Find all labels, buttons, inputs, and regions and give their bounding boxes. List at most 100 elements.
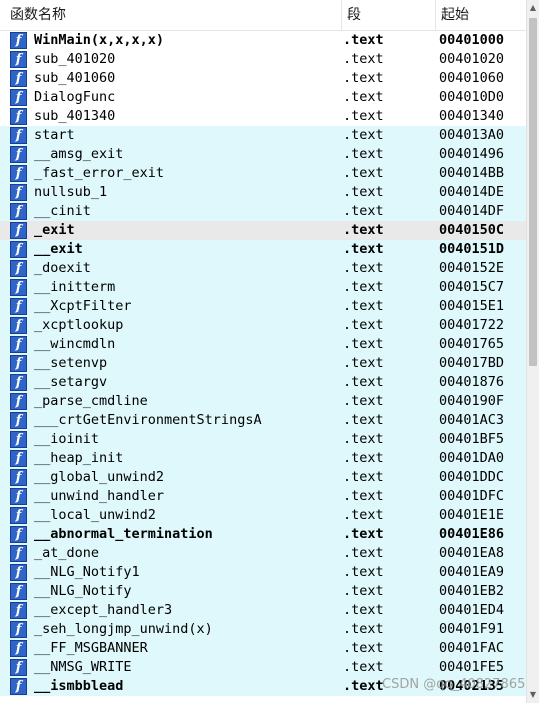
table-row[interactable]: f sub_401060 .text 00401060 [0, 69, 526, 88]
table-row[interactable]: f __abnormal_termination .text 00401E86 [0, 525, 526, 544]
scrollbar-thumb[interactable] [529, 18, 537, 366]
function-segment: .text [343, 583, 384, 599]
function-segment: .text [343, 336, 384, 352]
function-name: __NMSG_WRITE [34, 659, 132, 675]
function-icon: f [10, 336, 27, 353]
function-name: sub_401340 [34, 108, 116, 124]
function-segment: .text [343, 51, 384, 67]
function-name: DialogFunc [34, 89, 116, 105]
function-segment: .text [343, 146, 384, 162]
function-segment: .text [343, 545, 384, 561]
table-row[interactable]: f _exit .text 0040150C [0, 221, 526, 240]
scroll-down-arrow-icon[interactable]: ▼ [527, 687, 539, 703]
table-row[interactable]: f __local_unwind2 .text 00401E1E [0, 506, 526, 525]
function-icon: f [10, 89, 27, 106]
function-icon: f [10, 127, 27, 144]
function-segment: .text [343, 298, 384, 314]
table-row[interactable]: f DialogFunc .text 004010D0 [0, 88, 526, 107]
table-row[interactable]: f __XcptFilter .text 004015E1 [0, 297, 526, 316]
table-row[interactable]: f __heap_init .text 00401DA0 [0, 449, 526, 468]
table-row[interactable]: f start .text 004013A0 [0, 126, 526, 145]
table-row[interactable]: f __FF_MSGBANNER .text 00401FAC [0, 639, 526, 658]
table-row[interactable]: f __exit .text 0040151D [0, 240, 526, 259]
function-name: __FF_MSGBANNER [34, 640, 148, 656]
function-icon: f [10, 545, 27, 562]
table-row[interactable]: f WinMain(x,x,x,x) .text 00401000 [0, 31, 526, 50]
function-segment: .text [343, 526, 384, 542]
scroll-up-arrow-icon[interactable]: ▲ [527, 0, 539, 16]
table-row[interactable]: f _seh_longjmp_unwind(x) .text 00401F91 [0, 620, 526, 639]
function-segment: .text [343, 469, 384, 485]
function-icon: f [10, 564, 27, 581]
function-icon: f [10, 659, 27, 676]
function-icon: f [10, 241, 27, 258]
functions-window: 函数名称 段 起始 f WinMain(x,x,x,x) .text 00401000… [0, 0, 539, 703]
function-segment: .text [343, 279, 384, 295]
function-icon: f [10, 621, 27, 638]
function-name: _fast_error_exit [34, 165, 165, 181]
function-start-address: 004017BD [439, 355, 505, 371]
function-segment: .text [343, 488, 384, 504]
function-segment: .text [343, 602, 384, 618]
table-header: 函数名称 段 起始 [0, 0, 526, 31]
function-icon: f [10, 526, 27, 543]
function-start-address: 00401EA9 [439, 564, 505, 580]
table-row[interactable]: f _doexit .text 0040152E [0, 259, 526, 278]
table-row[interactable]: f __NLG_Notify .text 00401EB2 [0, 582, 526, 601]
function-icon: f [10, 70, 27, 87]
table-row[interactable]: f __cinit .text 004014DF [0, 202, 526, 221]
function-start-address: 00401765 [439, 336, 505, 352]
function-name: __except_handler3 [34, 602, 173, 618]
function-start-address: 00401EB2 [439, 583, 505, 599]
column-header-function-name[interactable]: 函数名称 [0, 0, 342, 30]
table-row[interactable]: f __amsg_exit .text 00401496 [0, 145, 526, 164]
table-row[interactable]: f __NLG_Notify1 .text 00401EA9 [0, 563, 526, 582]
function-icon: f [10, 374, 27, 391]
table-row[interactable]: f _at_done .text 00401EA8 [0, 544, 526, 563]
table-row[interactable]: f __setargv .text 00401876 [0, 373, 526, 392]
function-icon: f [10, 32, 27, 49]
function-name: __setargv [34, 374, 108, 390]
table-row[interactable]: f nullsub_1 .text 004014DE [0, 183, 526, 202]
function-icon: f [10, 640, 27, 657]
table-row[interactable]: f _xcptlookup .text 00401722 [0, 316, 526, 335]
function-icon: f [10, 298, 27, 315]
function-icon: f [10, 51, 27, 68]
function-name: __setenvp [34, 355, 108, 371]
column-header-segment[interactable]: 段 [342, 0, 436, 30]
function-start-address: 004015E1 [439, 298, 505, 314]
table-row[interactable]: f __ioinit .text 00401BF5 [0, 430, 526, 449]
function-start-address: 00401DFC [439, 488, 505, 504]
table-row[interactable]: f _parse_cmdline .text 0040190F [0, 392, 526, 411]
function-start-address: 00401F91 [439, 621, 505, 637]
function-start-address: 004014DE [439, 184, 505, 200]
table-row[interactable]: f __setenvp .text 004017BD [0, 354, 526, 373]
table-row[interactable]: f __initterm .text 004015C7 [0, 278, 526, 297]
function-start-address: 0040190F [439, 393, 505, 409]
function-name: __local_unwind2 [34, 507, 156, 523]
function-segment: .text [343, 374, 384, 390]
table-row[interactable]: f __global_unwind2 .text 00401DDC [0, 468, 526, 487]
table-row[interactable]: f sub_401020 .text 00401020 [0, 50, 526, 69]
function-icon: f [10, 469, 27, 486]
column-header-start[interactable]: 起始 [436, 0, 526, 30]
function-start-address: 00401E1E [439, 507, 505, 523]
function-segment: .text [343, 70, 384, 86]
table-row[interactable]: f sub_401340 .text 00401340 [0, 107, 526, 126]
function-start-address: 00401BF5 [439, 431, 505, 447]
function-segment: .text [343, 412, 384, 428]
table-row[interactable]: f ___crtGetEnvironmentStringsA .text 00401A… [0, 411, 526, 430]
vertical-scrollbar[interactable]: ▲ ▼ [526, 0, 539, 703]
table-row[interactable]: f __NMSG_WRITE .text 00401FE5 [0, 658, 526, 677]
table-row[interactable]: f __except_handler3 .text 00401ED4 [0, 601, 526, 620]
function-segment: .text [343, 317, 384, 333]
function-name: sub_401060 [34, 70, 116, 86]
function-segment: .text [343, 393, 384, 409]
function-start-address: 00401000 [439, 32, 505, 48]
function-name: __amsg_exit [34, 146, 124, 162]
table-row[interactable]: f __wincmdln .text 00401765 [0, 335, 526, 354]
function-icon: f [10, 488, 27, 505]
function-name: _seh_longjmp_unwind(x) [34, 621, 213, 637]
table-row[interactable]: f _fast_error_exit .text 004014BB [0, 164, 526, 183]
table-row[interactable]: f __unwind_handler .text 00401DFC [0, 487, 526, 506]
